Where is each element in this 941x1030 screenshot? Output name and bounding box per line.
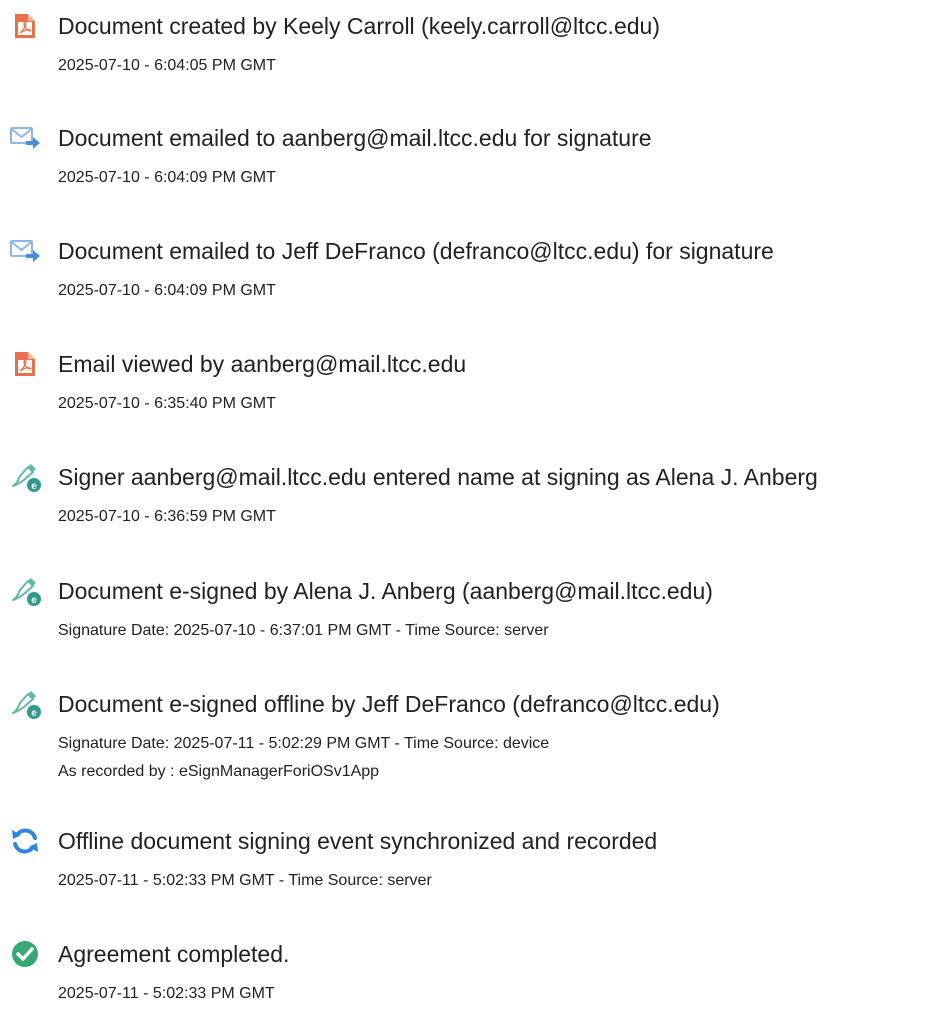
event-title: Document e-signed offline by Jeff DeFran… — [58, 691, 720, 717]
event-title: Document created by Keely Carroll (keely… — [58, 13, 660, 39]
email-sent-icon — [7, 120, 43, 156]
document-pdf-icon — [7, 8, 43, 44]
esign-pen-icon: e — [7, 459, 43, 495]
svg-text:e: e — [31, 708, 37, 719]
event-timestamp: 2025-07-11 - 5:02:33 PM GMT - Time Sourc… — [58, 872, 432, 889]
event-timestamp: 2025-07-10 - 6:35:40 PM GMT — [58, 395, 276, 412]
event-timestamp: 2025-07-10 - 6:36:59 PM GMT — [58, 508, 276, 525]
event-title: Signer aanberg@mail.ltcc.edu entered nam… — [58, 464, 818, 490]
event-title: Document emailed to aanberg@mail.ltcc.ed… — [58, 125, 652, 151]
audit-event-list: Document created by Keely Carroll (keely… — [0, 0, 941, 1030]
event-timestamp: 2025-07-11 - 5:02:33 PM GMT — [58, 985, 275, 1002]
event-detail: As recorded by : eSignManagerForiOSv1App — [58, 763, 380, 780]
document-pdf-icon — [7, 346, 43, 382]
svg-text:e: e — [31, 481, 37, 492]
event-timestamp: 2025-07-10 - 6:04:05 PM GMT — [58, 57, 276, 74]
sync-icon — [7, 823, 43, 859]
event-title: Document emailed to Jeff DeFranco (defra… — [58, 238, 774, 264]
event-timestamp: Signature Date: 2025-07-10 - 6:37:01 PM … — [58, 622, 549, 639]
checkmark-circle-icon — [7, 936, 43, 972]
event-title: Offline document signing event synchroni… — [58, 828, 658, 854]
event-timestamp: 2025-07-10 - 6:04:09 PM GMT — [58, 282, 276, 299]
event-title: Email viewed by aanberg@mail.ltcc.edu — [58, 351, 467, 377]
event-title: Document e-signed by Alena J. Anberg (aa… — [58, 578, 713, 604]
esign-pen-icon: e — [7, 573, 43, 609]
event-timestamp: 2025-07-10 - 6:04:09 PM GMT — [58, 169, 276, 186]
event-timestamp: Signature Date: 2025-07-11 - 5:02:29 PM … — [58, 735, 550, 752]
event-title: Agreement completed. — [58, 941, 290, 967]
svg-text:e: e — [31, 595, 37, 606]
email-sent-icon — [7, 233, 43, 269]
esign-pen-icon: e — [7, 686, 43, 722]
